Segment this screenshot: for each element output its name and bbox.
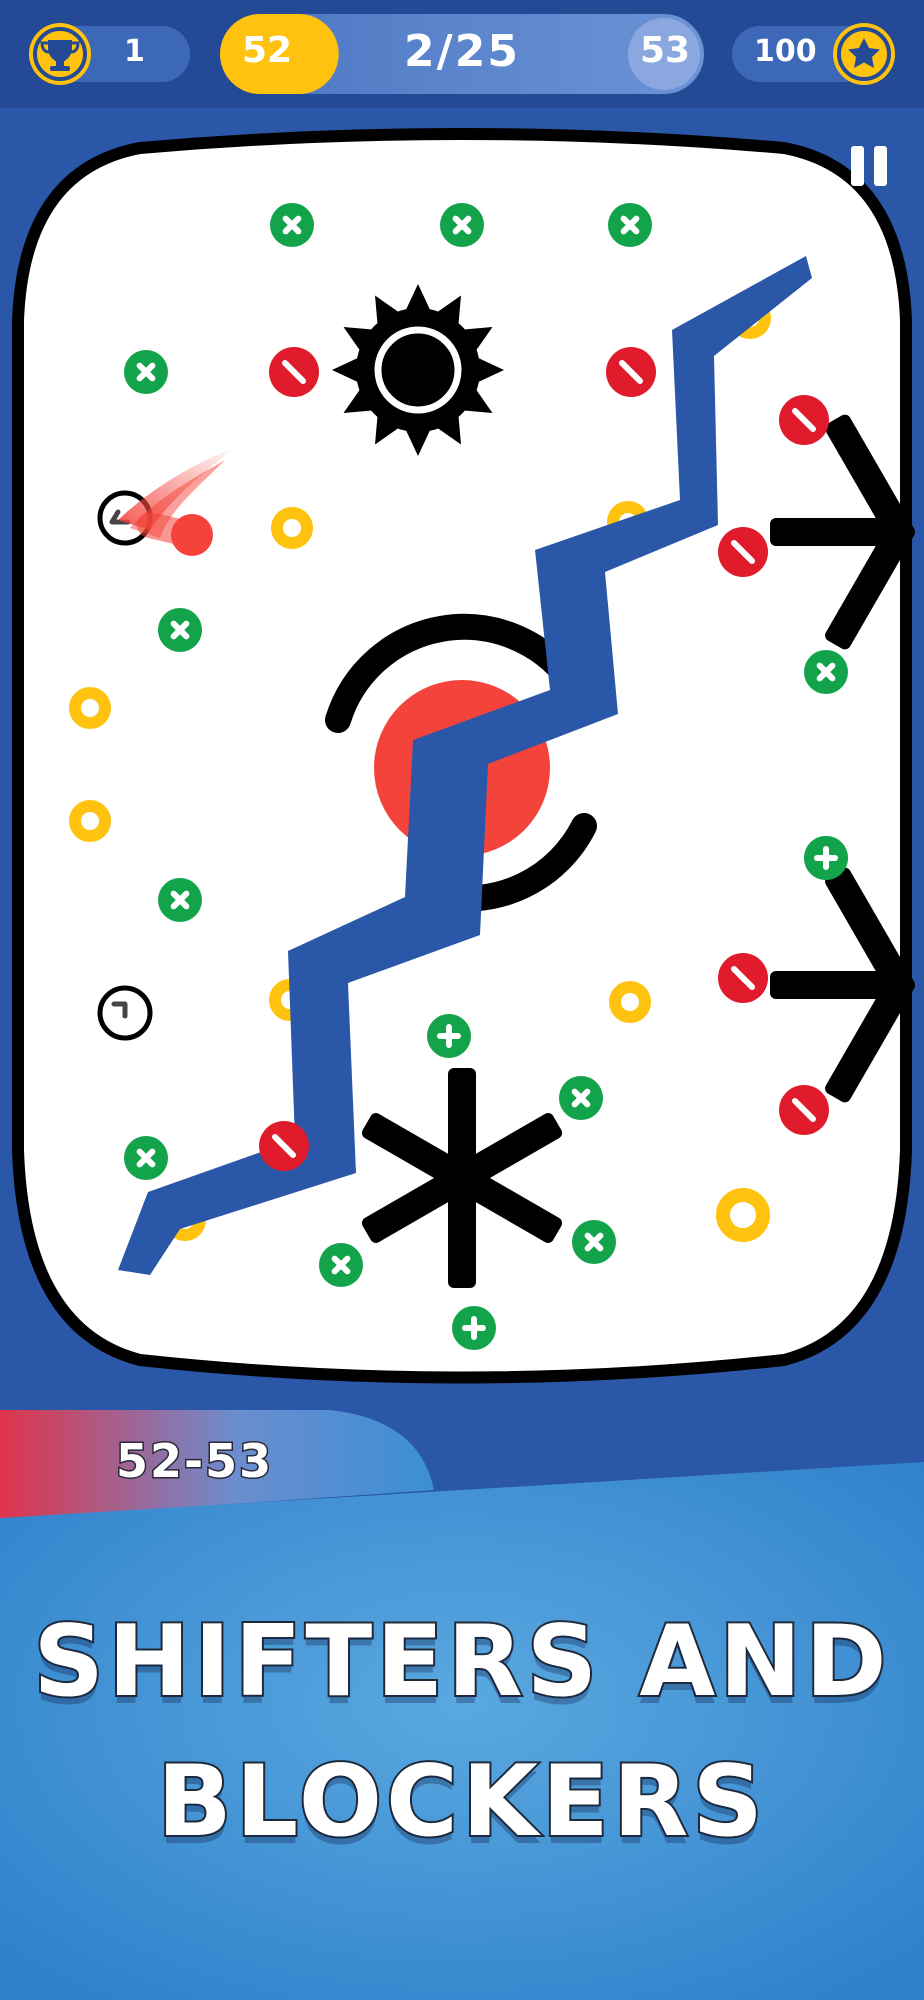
minus-peg-icon — [718, 527, 768, 577]
plus-peg-icon — [572, 1220, 616, 1264]
spinner-icon — [97, 985, 153, 1041]
next-level-number: 53 — [639, 30, 691, 71]
minus-peg-icon — [718, 953, 768, 1003]
plus-peg-icon — [804, 650, 848, 694]
plus-peg-icon — [158, 608, 202, 652]
minus-peg-icon — [779, 1085, 829, 1135]
current-level-number: 52 — [241, 30, 293, 71]
progress-counter: 2/25 — [404, 26, 520, 77]
level-range-label: 52-53 — [114, 1433, 274, 1490]
plus-peg-icon — [452, 1306, 496, 1350]
plus-peg-icon — [319, 1243, 363, 1287]
plus-peg-icon — [124, 350, 168, 394]
banner-line-2: BLOCKERS — [155, 1743, 767, 1861]
trophy-counter — [29, 23, 190, 85]
plus-peg-icon — [124, 1136, 168, 1180]
plus-peg-icon — [559, 1076, 603, 1120]
plus-peg-icon — [158, 878, 202, 922]
minus-peg-icon — [606, 347, 656, 397]
trophy-count: 1 — [124, 34, 145, 69]
pause-button[interactable] — [846, 140, 896, 194]
minus-peg-icon — [269, 347, 319, 397]
plus-peg-icon — [427, 1014, 471, 1058]
plus-peg-icon — [440, 203, 484, 247]
banner-line-1: SHIFTERS AND — [31, 1603, 891, 1721]
plus-peg-icon — [804, 836, 848, 880]
star-count: 100 — [754, 34, 817, 69]
bottom-panel — [0, 1462, 924, 2000]
minus-peg-icon — [259, 1121, 309, 1171]
plus-peg-icon — [270, 203, 314, 247]
minus-peg-icon — [779, 395, 829, 445]
plus-peg-icon — [608, 203, 652, 247]
